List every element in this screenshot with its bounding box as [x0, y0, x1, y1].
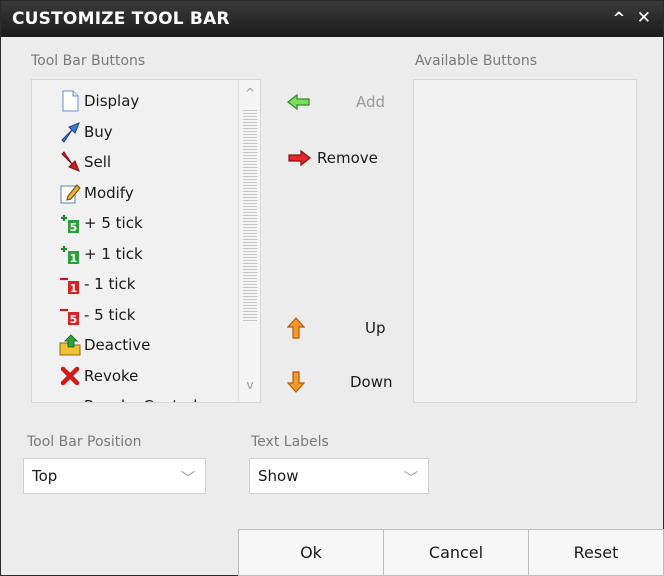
add-arrow-icon — [287, 93, 310, 111]
scroll-thumb[interactable] — [243, 108, 257, 322]
list-item-label: - 1 tick — [84, 275, 136, 294]
list-item-label: Modify — [84, 183, 134, 202]
reset-label: Reset — [573, 543, 619, 562]
revoke-icon — [59, 365, 81, 387]
svg-text:5: 5 — [70, 313, 78, 326]
svg-text:5: 5 — [70, 221, 78, 234]
scroll-up-icon[interactable]: ^ — [243, 86, 257, 100]
down-button[interactable]: Down — [287, 369, 397, 395]
up-label: Up — [365, 319, 386, 337]
scroll-down-icon[interactable]: v — [243, 378, 257, 392]
add-button[interactable]: Add — [287, 89, 397, 115]
list-item[interactable]: 1 + 1 tick — [59, 239, 234, 270]
collapse-icon[interactable]: ^ — [609, 7, 629, 29]
plus-1-tick-icon: 1 — [59, 243, 81, 265]
revoke-control-icon — [59, 395, 81, 402]
list-item-label: Display — [84, 92, 140, 111]
list-item[interactable]: Modify — [59, 178, 234, 209]
list-item[interactable]: 5 + 5 tick — [59, 208, 234, 239]
svg-text:1: 1 — [70, 282, 78, 295]
list-item[interactable]: Revoke Control — [59, 391, 234, 402]
available-buttons-label: Available Buttons — [415, 53, 538, 69]
list-item[interactable]: Deactive — [59, 330, 234, 361]
list-scrollbar[interactable]: ^ v — [238, 80, 260, 402]
list-item-label: Buy — [84, 122, 113, 141]
dialog-title: CUSTOMIZE TOOL BAR — [12, 9, 230, 29]
list-item-label: Revoke — [84, 366, 139, 385]
cancel-button[interactable]: Cancel — [383, 529, 529, 576]
list-item[interactable]: Sell — [59, 147, 234, 178]
down-arrow-icon — [287, 371, 305, 393]
customize-toolbar-dialog: CUSTOMIZE TOOL BAR ^ ✕ Tool Bar Buttons … — [0, 0, 664, 576]
deactive-icon — [59, 334, 81, 356]
toolbar-position-label: Tool Bar Position — [27, 434, 142, 450]
list-item[interactable]: 1 - 1 tick — [59, 269, 234, 300]
close-icon[interactable]: ✕ — [634, 7, 654, 29]
available-buttons-list[interactable] — [413, 79, 637, 403]
list-item-label: Sell — [84, 153, 112, 172]
text-labels-label: Text Labels — [251, 434, 329, 450]
toolbar-buttons-label: Tool Bar Buttons — [31, 53, 146, 69]
text-labels-select[interactable]: Show ﹀ — [249, 458, 429, 494]
list-item-label: - 5 tick — [84, 305, 136, 324]
list-item-label: + 5 tick — [84, 214, 143, 233]
svg-text:1: 1 — [70, 252, 78, 265]
buy-arrow-icon — [59, 121, 81, 143]
remove-label: Remove — [317, 149, 378, 167]
up-button[interactable]: Up — [287, 315, 397, 341]
cancel-label: Cancel — [428, 543, 484, 562]
list-item[interactable]: 5 - 5 tick — [59, 300, 234, 331]
plus-5-tick-icon: 5 — [59, 212, 81, 234]
ok-button[interactable]: Ok — [238, 529, 384, 576]
minus-5-tick-icon: 5 — [59, 304, 81, 326]
list-item[interactable]: Revoke — [59, 361, 234, 392]
chevron-down-icon: ﹀ — [181, 471, 195, 487]
reset-button[interactable]: Reset — [528, 529, 664, 576]
toolbar-position-value: Top — [32, 467, 58, 485]
remove-arrow-icon — [288, 149, 311, 167]
chevron-down-icon: ﹀ — [404, 471, 418, 487]
up-arrow-icon — [287, 317, 305, 339]
sell-arrow-icon — [59, 151, 81, 173]
list-item-label: Revoke Control — [84, 397, 197, 402]
ok-label: Ok — [300, 543, 322, 562]
toolbar-buttons-list[interactable]: Display Buy Sell Modify 5 + 5 tick 1 + 1 tick 1-… — [31, 79, 261, 403]
toolbar-position-select[interactable]: Top ﹀ — [23, 458, 206, 494]
list-item-label: + 1 tick — [84, 244, 143, 263]
down-label: Down — [350, 373, 393, 391]
list-item[interactable]: Display — [59, 86, 234, 117]
remove-button[interactable]: Remove — [287, 145, 397, 171]
modify-icon — [59, 182, 81, 204]
text-labels-value: Show — [258, 467, 299, 485]
list-item-label: Deactive — [84, 336, 151, 355]
document-icon — [59, 90, 81, 112]
list-item[interactable]: Buy — [59, 117, 234, 148]
minus-1-tick-icon: 1 — [59, 273, 81, 295]
title-bar[interactable]: CUSTOMIZE TOOL BAR ^ ✕ — [1, 1, 663, 37]
add-label: Add — [356, 93, 386, 111]
